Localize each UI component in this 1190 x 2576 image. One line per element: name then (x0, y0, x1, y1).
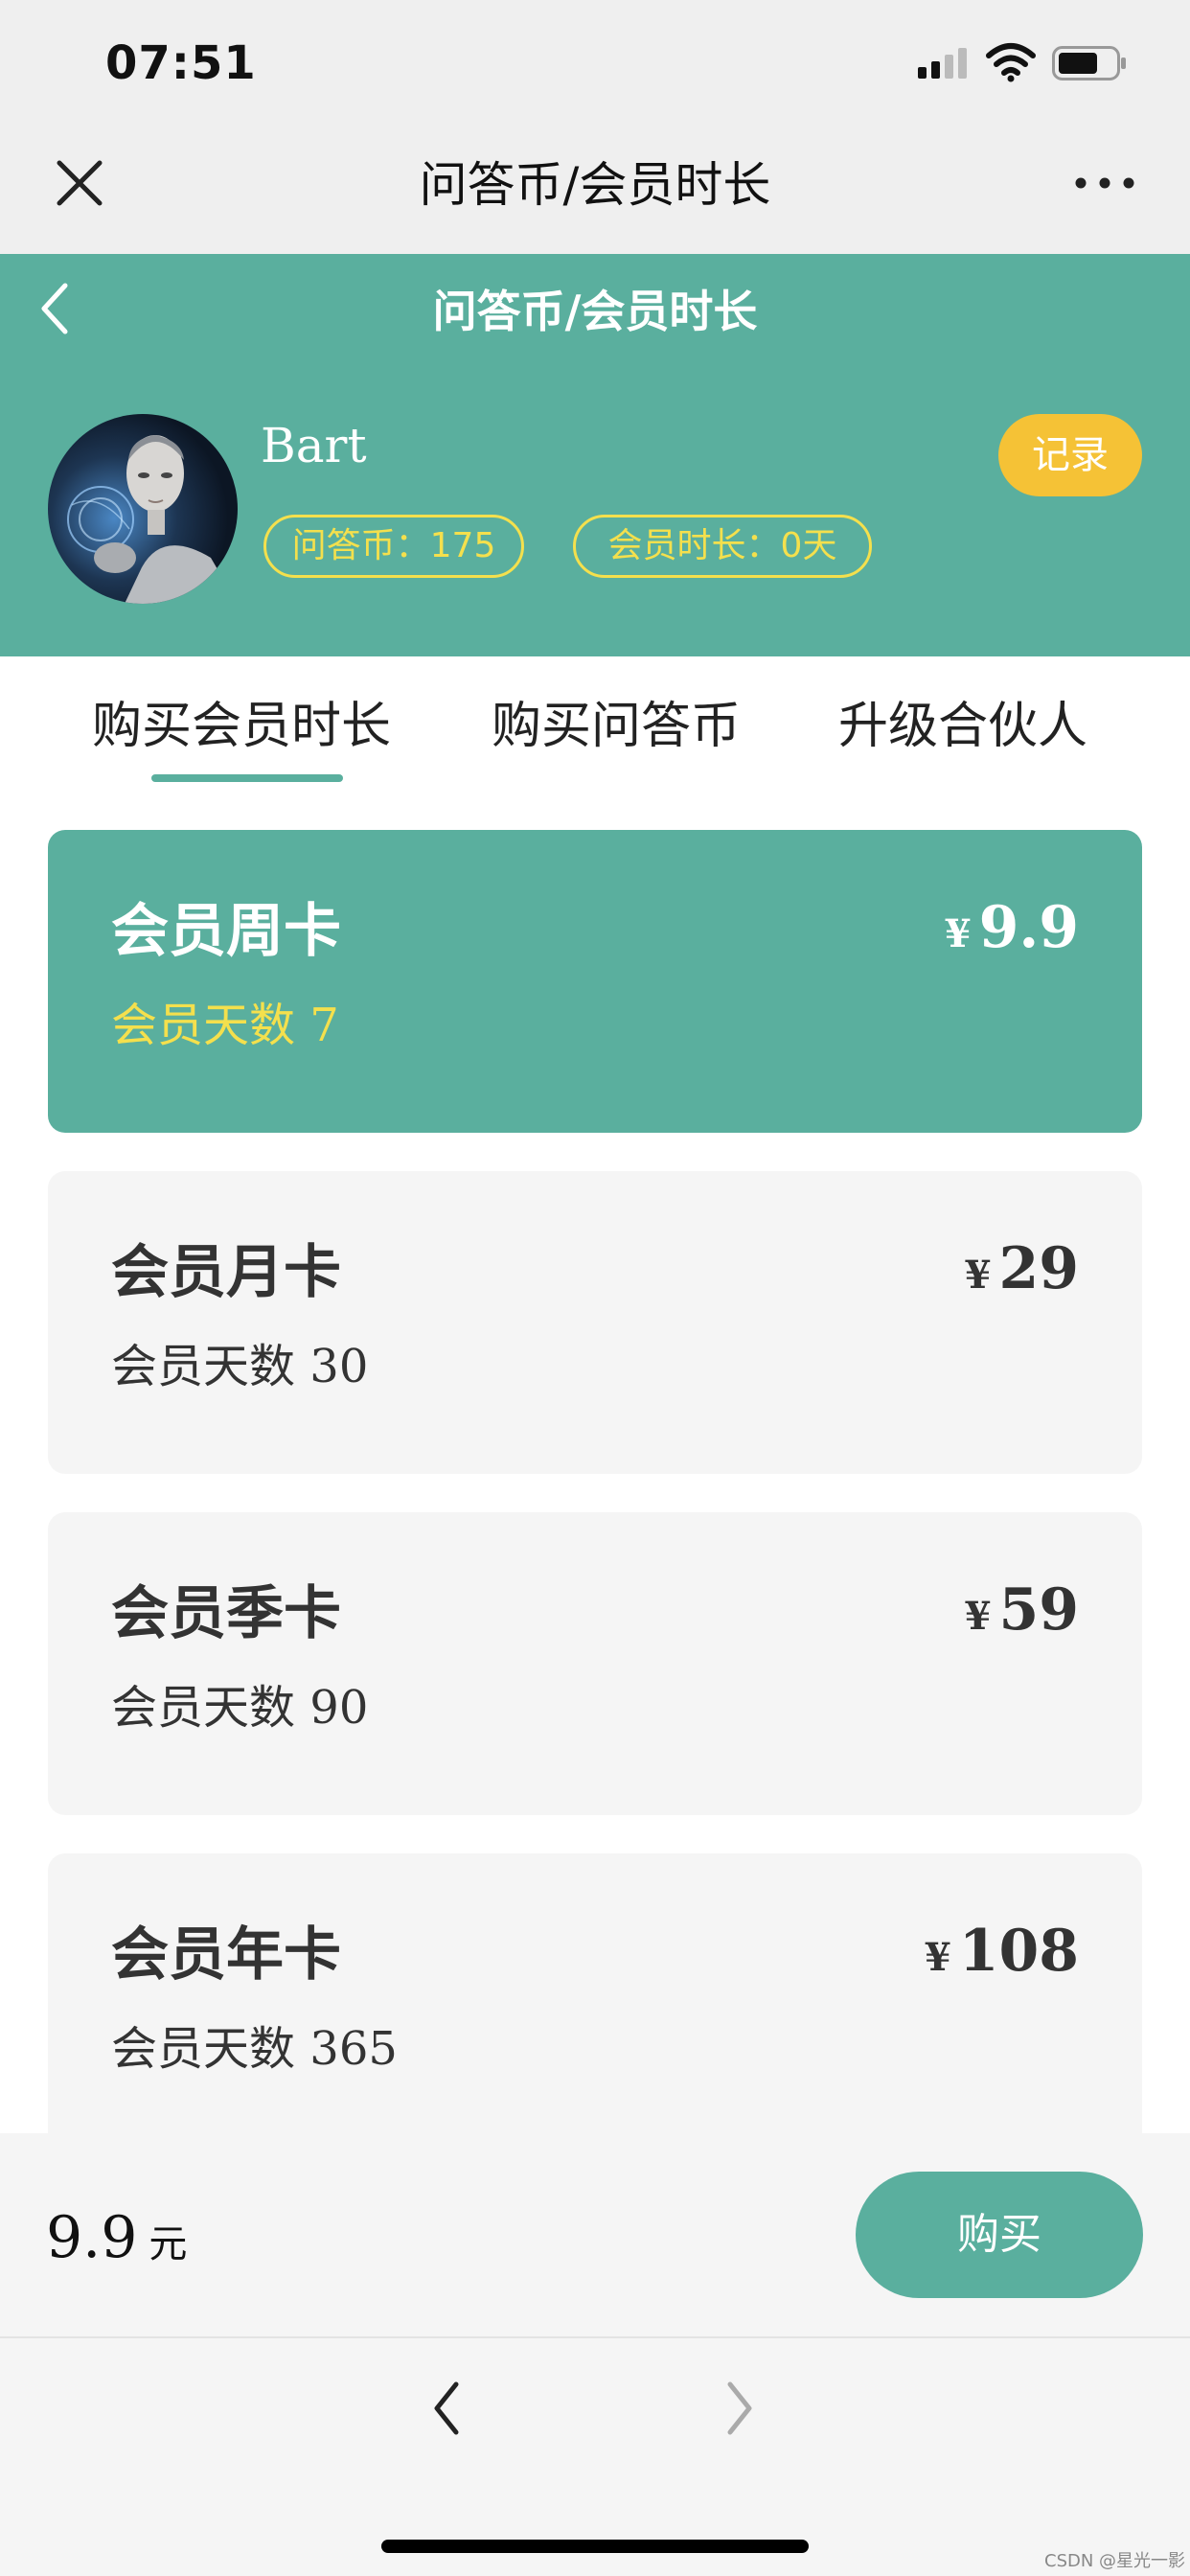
plan-title: 会员周卡 (111, 898, 341, 965)
page-title: 问答币/会员时长 (432, 286, 758, 337)
plan-days: 会员天数 365 (111, 2022, 398, 2076)
watermark: CSDN @星光一影 (1044, 2551, 1186, 2571)
plan-card-monthly[interactable]: 会员月卡 会员天数 30 ¥29 (48, 1171, 1142, 1474)
more-icon[interactable] (1071, 168, 1138, 198)
plan-card-yearly[interactable]: 会员年卡 会员天数 365 ¥108 (48, 1853, 1142, 2156)
plan-price: ¥9.9 (944, 894, 1079, 961)
battery-icon (1052, 46, 1126, 80)
home-indicator (381, 2540, 809, 2553)
buy-button[interactable]: 购买 (856, 2172, 1143, 2298)
record-button[interactable]: 记录 (998, 414, 1142, 496)
wechat-nav-title: 问答币/会员时长 (419, 157, 771, 213)
wifi-icon (986, 43, 1036, 82)
plan-days: 会员天数 7 (111, 999, 339, 1052)
plan-days: 会员天数 30 (111, 1340, 369, 1393)
plan-title: 会员月卡 (111, 1239, 341, 1306)
membership-duration-badge: 会员时长：0天 (573, 515, 872, 578)
plan-title: 会员季卡 (111, 1580, 341, 1647)
plan-price: ¥108 (924, 1918, 1079, 1985)
plan-title: 会员年卡 (111, 1921, 341, 1989)
tab-buy-coins[interactable]: 购买问答币 (492, 688, 741, 765)
username: Bart (261, 418, 367, 473)
status-time: 07:51 (105, 36, 257, 90)
nav-forward-icon[interactable] (721, 2375, 759, 2442)
nav-back-icon[interactable] (427, 2375, 466, 2442)
total-price: 9.9 元 (46, 2204, 188, 2271)
plan-days: 会员天数 90 (111, 1681, 369, 1735)
plan-price: ¥59 (964, 1576, 1079, 1644)
tab-upgrade-partner[interactable]: 升级合伙人 (838, 688, 1087, 765)
avatar (48, 414, 238, 604)
plan-list: 会员周卡 会员天数 7 ¥9.9 会员月卡 会员天数 30 ¥29 会员季卡 会… (0, 824, 1190, 2156)
active-tab-indicator (151, 774, 343, 782)
coins-balance-badge: 问答币：175 (263, 515, 524, 578)
plan-card-weekly[interactable]: 会员周卡 会员天数 7 ¥9.9 (48, 830, 1142, 1133)
plan-card-quarterly[interactable]: 会员季卡 会员天数 90 ¥59 (48, 1512, 1142, 1815)
tab-buy-membership[interactable]: 购买会员时长 (92, 688, 391, 765)
plan-price: ¥29 (964, 1235, 1079, 1302)
signal-icon (918, 48, 967, 79)
